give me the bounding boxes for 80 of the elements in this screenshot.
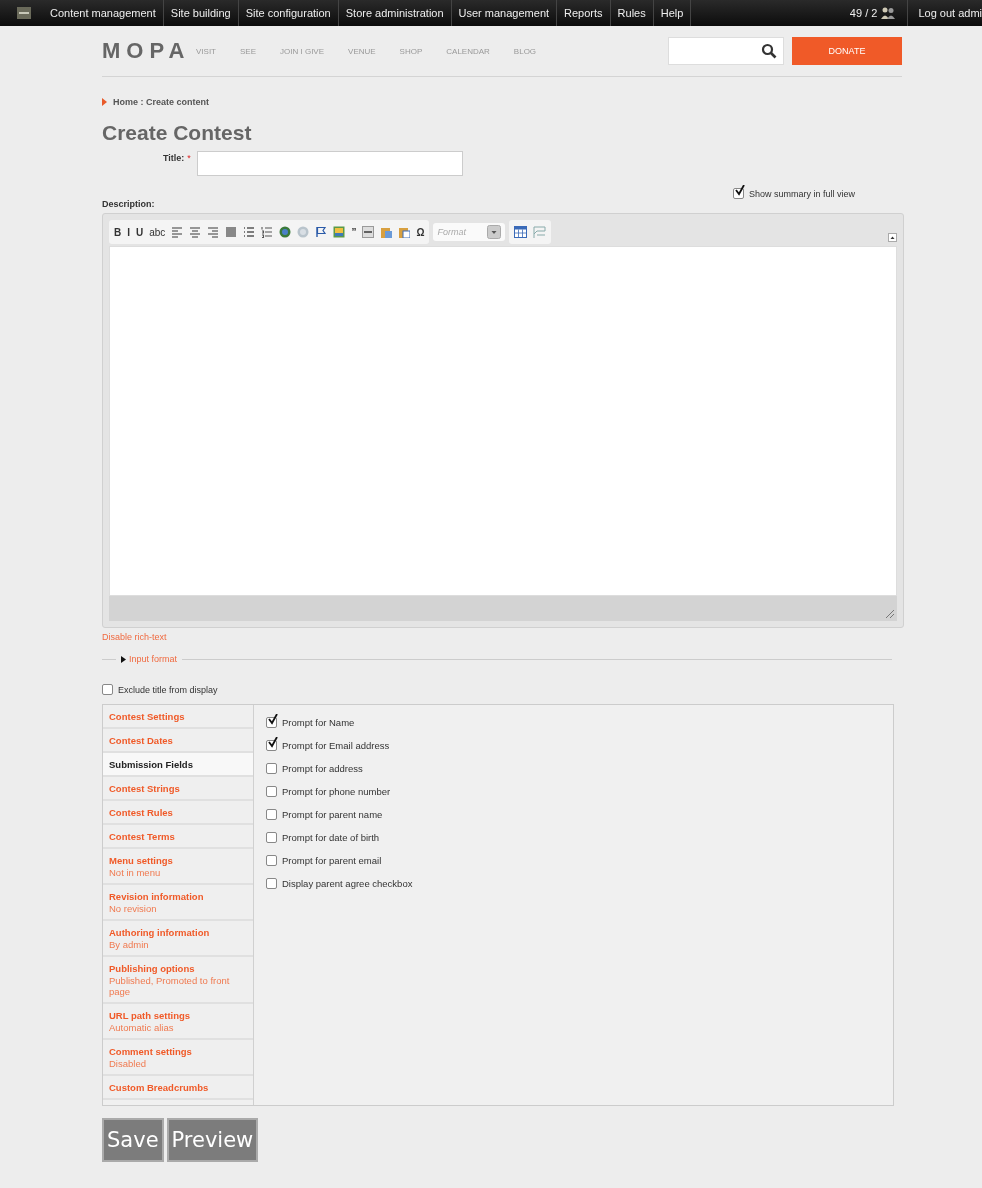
- flag-icon[interactable]: [315, 226, 328, 238]
- disable-rich-text-link[interactable]: Disable rich-text: [102, 632, 167, 642]
- vertical-tab[interactable]: Submission Fields: [103, 753, 253, 777]
- link-icon[interactable]: [279, 226, 292, 238]
- admin-menu-item[interactable]: Site configuration: [237, 0, 338, 26]
- form-button[interactable]: Save: [102, 1118, 164, 1162]
- collapse-icon[interactable]: [888, 232, 897, 242]
- nav-link[interactable]: SHOP: [399, 46, 423, 56]
- user-count: 49 / 2: [848, 7, 878, 19]
- title-field[interactable]: [196, 151, 463, 176]
- admin-menu-item[interactable]: Reports: [556, 0, 610, 26]
- numbered-list-icon[interactable]: [261, 226, 274, 238]
- admin-menu-item[interactable]: User management: [450, 0, 557, 26]
- logout-link[interactable]: Log out admi: [907, 0, 982, 26]
- checkbox[interactable]: [266, 717, 277, 728]
- nav-link[interactable]: BLOG: [513, 46, 537, 56]
- page-title: Create Contest: [102, 121, 253, 145]
- checkbox[interactable]: [266, 740, 277, 751]
- toolbar-button[interactable]: B: [114, 226, 122, 238]
- field-label: Description:: [102, 199, 155, 209]
- search-icon[interactable]: [761, 43, 777, 59]
- checkbox-label: Prompt for address: [282, 763, 363, 774]
- checkbox-label: Display parent agree checkbox: [282, 878, 413, 889]
- form-button[interactable]: Preview: [166, 1118, 259, 1162]
- checkbox[interactable]: [266, 786, 277, 797]
- checkbox[interactable]: [266, 832, 277, 843]
- nav-link[interactable]: VISIT: [196, 46, 216, 56]
- admin-menu-item[interactable]: Content management: [43, 0, 163, 26]
- checkbox[interactable]: [102, 684, 113, 695]
- checkbox-label: Prompt for parent email: [282, 855, 382, 866]
- search-field[interactable]: [668, 37, 784, 65]
- site-logo[interactable]: MOPA: [102, 38, 196, 64]
- site-logo-icon[interactable]: [17, 7, 31, 19]
- toolbar-button[interactable]: ”: [351, 226, 357, 238]
- checkbox-label: Exclude title from display: [118, 684, 218, 695]
- admin-menu-item[interactable]: Site building: [162, 0, 238, 26]
- caret-icon: [102, 98, 107, 106]
- admin-menu-item[interactable]: Help: [652, 0, 691, 26]
- image-icon[interactable]: [333, 226, 346, 238]
- checkbox-label: Prompt for Name: [282, 717, 355, 728]
- field-label: Title:: [163, 153, 185, 163]
- checkbox-label: Prompt for Email address: [282, 740, 390, 751]
- nav-link[interactable]: SEE: [240, 46, 257, 56]
- resize-handle-icon[interactable]: [885, 609, 894, 618]
- toolbar-button[interactable]: Ω: [416, 226, 425, 238]
- users-icon: [881, 7, 896, 19]
- breadcrumb: Home : Create content: [113, 97, 210, 107]
- toolbar-button[interactable]: abc: [149, 226, 166, 238]
- nav-link[interactable]: VENUE: [348, 46, 376, 56]
- checkbox[interactable]: [266, 855, 277, 866]
- checkbox[interactable]: [732, 188, 744, 199]
- checkbox[interactable]: [266, 809, 277, 820]
- checkbox[interactable]: [266, 763, 277, 774]
- checkbox-label: Prompt for date of birth: [282, 832, 380, 843]
- bullet-list-icon[interactable]: [243, 226, 256, 238]
- paste-icon[interactable]: [380, 226, 393, 238]
- checkbox[interactable]: [266, 878, 277, 889]
- table-icon[interactable]: [514, 226, 528, 238]
- format-dropdown[interactable]: Format: [433, 223, 506, 241]
- align-left-icon[interactable]: [171, 226, 184, 238]
- description-field[interactable]: [109, 246, 897, 596]
- nav-link[interactable]: CALENDAR: [446, 46, 490, 56]
- rows-icon[interactable]: [533, 226, 547, 238]
- admin-menu-item[interactable]: Rules: [609, 0, 653, 26]
- checkbox-label: Prompt for parent name: [282, 809, 383, 820]
- toolbar-button[interactable]: I: [127, 226, 130, 238]
- align-right-icon[interactable]: [207, 226, 220, 238]
- caret-icon: [121, 655, 126, 663]
- admin-menu-item[interactable]: Store administration: [337, 0, 451, 26]
- donate-button[interactable]: DONATE: [792, 37, 902, 65]
- nav-link[interactable]: JOIN I GIVE: [280, 46, 325, 56]
- checkbox-label: Prompt for phone number: [282, 786, 391, 797]
- justify-icon[interactable]: [225, 226, 238, 238]
- input-format-toggle[interactable]: Input format: [121, 654, 178, 664]
- caret-icon: [487, 225, 502, 239]
- required-mark: *: [187, 153, 191, 163]
- align-center-icon[interactable]: [189, 226, 202, 238]
- toolbar-button[interactable]: U: [136, 226, 144, 238]
- checkbox-label: Show summary in full view: [748, 188, 855, 199]
- paste-word-icon[interactable]: [398, 226, 411, 238]
